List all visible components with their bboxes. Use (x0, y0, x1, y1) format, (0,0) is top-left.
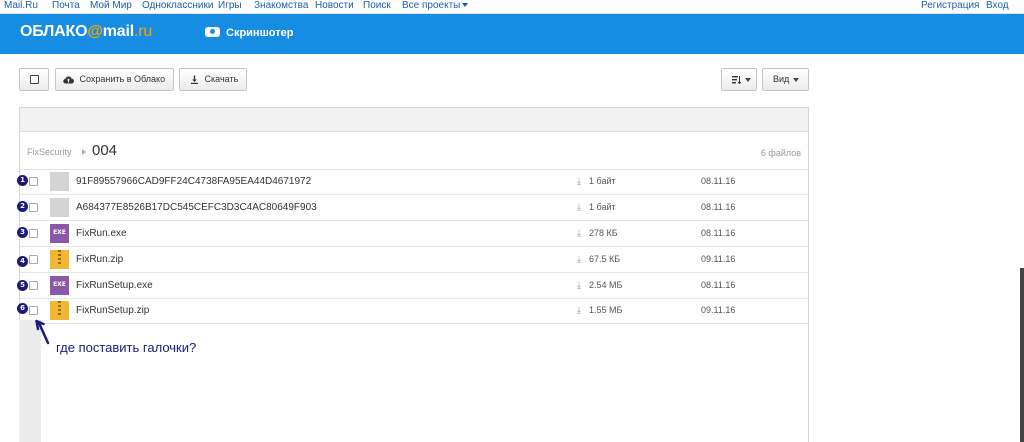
file-row[interactable]: FixRunSetup.zip ⤓ 1.55 МБ 09.11.16 (20, 298, 808, 324)
file-name[interactable]: FixRun.zip (76, 254, 123, 265)
file-size: 2.54 МБ (589, 280, 623, 290)
checkbox-icon (29, 75, 39, 85)
save-to-cloud-button[interactable]: Сохранить в Облако (55, 68, 174, 91)
portal-bar: Mail.Ru Почта Мой Мир Одноклассники Игры… (0, 0, 1024, 14)
file-date: 08.11.16 (701, 202, 736, 212)
file-size: 278 КБ (589, 228, 618, 238)
portal-link-dating[interactable]: Знакомства (254, 0, 308, 12)
annotation-note: где поставить галочки? (56, 340, 197, 355)
download-icon[interactable]: ⤓ (577, 280, 581, 291)
portal-link-all-projects[interactable]: Все проекты (402, 0, 469, 12)
annotation-badge: 2 (17, 201, 28, 212)
logo-ru: .ru (133, 23, 153, 40)
annotation-badge: 5 (17, 280, 28, 291)
breadcrumb-root[interactable]: FixSecurity (27, 147, 72, 157)
blank-file-icon (50, 172, 69, 191)
file-size: 67.5 КБ (589, 254, 621, 264)
cloud-upload-icon (63, 76, 74, 84)
file-row[interactable]: 91F89557966CAD9FF24C4738FA95EA44D4671972… (20, 169, 808, 195)
download-icon[interactable]: ⤓ (577, 228, 581, 239)
portal-link-mailru[interactable]: Mail.Ru (4, 0, 38, 12)
file-date: 08.11.16 (701, 176, 736, 186)
login-link[interactable]: Вход (986, 0, 1009, 12)
panel-header-strip (20, 108, 808, 132)
screenshoter-label: Скриншотер (226, 27, 294, 39)
select-all-button[interactable] (19, 68, 49, 91)
portal-link-ok[interactable]: Одноклассники (142, 0, 213, 12)
portal-link-mail[interactable]: Почта (52, 0, 80, 12)
screenshoter-link[interactable]: Скриншотер (205, 27, 293, 39)
view-button[interactable]: Вид (762, 68, 809, 91)
annotation-arrow-icon (35, 319, 50, 345)
download-button[interactable]: Скачать (179, 68, 247, 91)
file-date: 09.11.16 (701, 254, 736, 264)
portal-link-search[interactable]: Поиск (363, 0, 391, 12)
row-checkbox[interactable] (29, 229, 38, 238)
file-name[interactable]: FixRunSetup.exe (76, 280, 153, 291)
download-icon[interactable]: ⤓ (577, 176, 581, 187)
sort-button[interactable] (721, 68, 757, 91)
cloud-header: ОБЛАКО@mail.ru Скриншотер (0, 14, 1024, 54)
row-checkbox[interactable] (29, 177, 38, 186)
annotation-badge: 1 (17, 175, 28, 186)
screen-edge-shadow (1020, 268, 1024, 442)
breadcrumb-separator-icon (82, 149, 86, 155)
view-label: Вид (773, 74, 790, 84)
exe-file-icon (50, 224, 69, 243)
file-row[interactable]: A684377E8526B17DC545CEFC3D3C4AC80649F903… (20, 195, 808, 221)
row-checkbox[interactable] (29, 203, 38, 212)
chevron-down-icon (462, 3, 469, 7)
portal-link-news[interactable]: Новости (315, 0, 354, 12)
portal-link-moimir[interactable]: Мой Мир (90, 0, 132, 12)
download-icon[interactable]: ⤓ (577, 305, 581, 316)
row-checkbox[interactable] (29, 306, 38, 315)
register-link[interactable]: Регистрация (921, 0, 979, 12)
save-to-cloud-label: Сохранить в Облако (79, 74, 166, 84)
file-size: 1 байт (589, 176, 616, 186)
file-name[interactable]: FixRun.exe (76, 228, 127, 239)
annotation-badge: 4 (17, 256, 28, 267)
file-name[interactable]: FixRunSetup.zip (76, 305, 149, 316)
exe-file-icon (50, 276, 69, 295)
file-date: 08.11.16 (701, 228, 736, 238)
file-row[interactable]: FixRunSetup.exe ⤓ 2.54 МБ 08.11.16 (20, 273, 808, 299)
download-icon (191, 75, 198, 85)
file-size: 1.55 МБ (589, 305, 623, 315)
cloud-logo[interactable]: ОБЛАКО@mail.ru (20, 23, 152, 41)
file-name[interactable]: A684377E8526B17DC545CEFC3D3C4AC80649F903 (76, 202, 317, 213)
logo-mail: mail (102, 23, 134, 40)
file-row[interactable]: FixRun.zip ⤓ 67.5 КБ 09.11.16 (20, 247, 808, 273)
row-checkbox[interactable] (29, 255, 38, 264)
file-row[interactable]: FixRun.exe ⤓ 278 КБ 08.11.16 (20, 221, 808, 247)
zip-file-icon (50, 250, 69, 269)
file-name[interactable]: 91F89557966CAD9FF24C4738FA95EA44D4671972 (76, 176, 311, 187)
all-projects-label: Все проекты (402, 0, 461, 11)
file-count: 6 файлов (760, 148, 801, 158)
zip-file-icon (50, 301, 69, 320)
file-size: 1 байт (589, 202, 616, 212)
download-icon[interactable]: ⤓ (577, 202, 581, 213)
breadcrumb-current: 004 (92, 142, 118, 159)
file-date: 09.11.16 (701, 305, 736, 315)
chevron-down-icon (745, 77, 751, 82)
annotation-badge: 3 (17, 227, 28, 238)
download-icon[interactable]: ⤓ (577, 254, 581, 265)
file-date: 08.11.16 (701, 280, 736, 290)
portal-link-games[interactable]: Игры (218, 0, 242, 12)
logo-at: @ (87, 23, 103, 40)
sort-icon (732, 76, 741, 85)
camera-icon (205, 27, 220, 37)
logo-main: ОБЛАКО (20, 23, 88, 40)
annotation-badge: 6 (17, 303, 28, 314)
chevron-down-icon (793, 77, 800, 82)
blank-file-icon (50, 198, 69, 217)
download-label: Скачать (204, 74, 239, 84)
row-checkbox[interactable] (29, 281, 38, 290)
